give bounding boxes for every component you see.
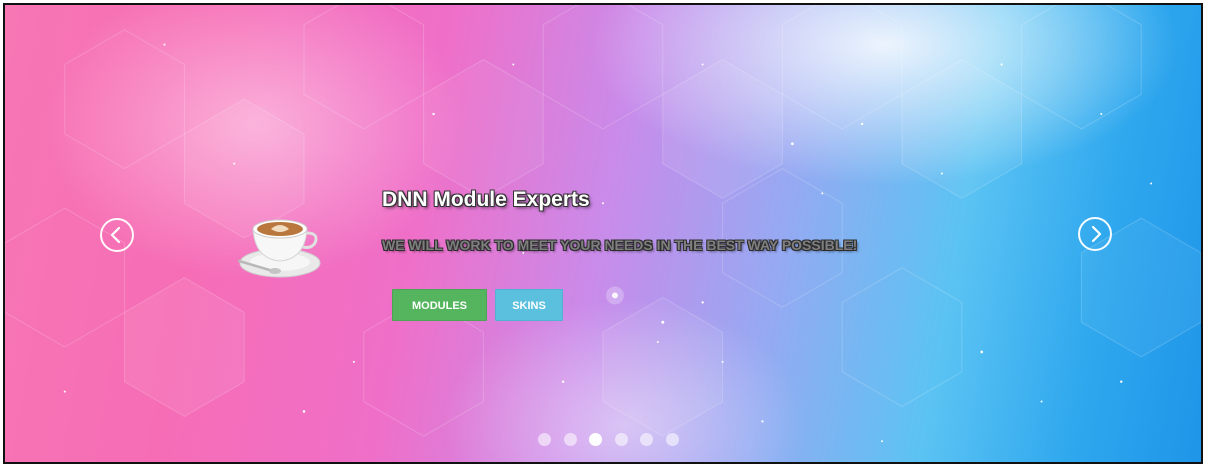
pagination-dot-5[interactable]: [640, 433, 653, 446]
pagination-dot-2[interactable]: [564, 433, 577, 446]
hero-slider: DNN Module Experts WE WILL WORK TO MEET …: [3, 3, 1203, 464]
next-slide-button[interactable]: [1078, 217, 1112, 251]
pagination-dot-6[interactable]: [666, 433, 679, 446]
skins-button[interactable]: SKINS: [495, 289, 563, 321]
pagination-dot-1[interactable]: [538, 433, 551, 446]
coffee-cup-icon: [237, 219, 321, 278]
modules-button[interactable]: MODULES: [392, 289, 487, 321]
chevron-left-icon: [110, 226, 121, 244]
pagination-dot-3[interactable]: [589, 433, 602, 446]
starfield-background: [63, 43, 1153, 443]
pagination-dot-4[interactable]: [615, 433, 628, 446]
slide-subtitle: WE WILL WORK TO MEET YOUR NEEDS IN THE B…: [382, 237, 858, 253]
chevron-right-icon: [1091, 225, 1102, 243]
slide-title: DNN Module Experts: [382, 188, 590, 211]
prev-slide-button[interactable]: [100, 218, 134, 252]
